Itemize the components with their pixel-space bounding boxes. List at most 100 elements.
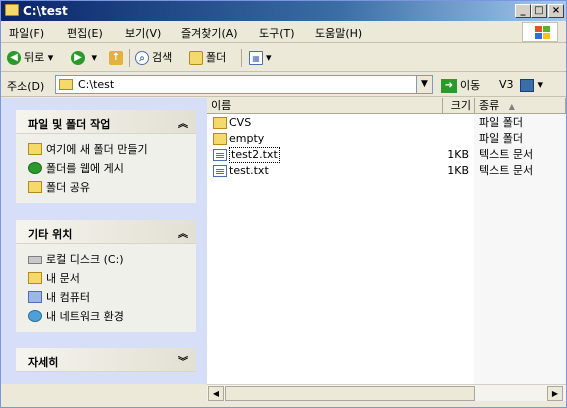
chevron-up-icon[interactable]: ︽ [178, 225, 188, 240]
scroll-left-button[interactable]: ◀ [208, 386, 224, 401]
file-type: 파일 폴더 [479, 132, 523, 145]
folder-icon [213, 133, 227, 145]
task-share-folder[interactable]: 폴더 공유 [26, 178, 196, 197]
share-folder-icon [28, 181, 42, 193]
toolbar-separator [241, 49, 242, 67]
v3-icon [520, 78, 535, 92]
place-label: 내 컴퓨터 [46, 291, 90, 304]
computer-icon [28, 291, 42, 303]
v3-toolbar-button[interactable]: V3 ▾ [499, 78, 543, 92]
status-bar [1, 401, 566, 407]
up-folder-button[interactable]: ↑ [109, 50, 126, 66]
menu-file[interactable]: 파일(F) [9, 25, 44, 41]
file-name: test2.txt [229, 147, 280, 163]
menu-edit[interactable]: 편집(E) [67, 25, 103, 41]
task-label: 폴더 공유 [46, 181, 90, 194]
title-bar[interactable]: C:\test _ □ × [1, 1, 566, 21]
windows-logo-icon [522, 22, 558, 42]
column-header-size[interactable]: 크기 [443, 98, 475, 114]
v3-label: V3 [499, 78, 514, 91]
address-bar: 주소(D) C:\test ▼ ➜ 이동 V3 ▾ [1, 73, 566, 97]
task-new-folder[interactable]: 여기에 새 폴더 만들기 [26, 140, 196, 159]
column-header-type[interactable]: 종류 ▲ [475, 98, 566, 114]
place-local-disk[interactable]: 로컬 디스크 (C:) [26, 250, 196, 269]
place-network[interactable]: 내 네트워크 환경 [26, 307, 196, 326]
new-folder-icon [28, 143, 42, 155]
column-label: 종류 [479, 99, 500, 112]
window-title: C:\test [23, 4, 68, 18]
search-icon: ⌕ [135, 51, 149, 65]
folder-icon [189, 51, 203, 65]
address-value: C:\test [78, 78, 115, 91]
text-file-icon [213, 165, 227, 177]
folder-icon [59, 79, 73, 90]
toolbar: ◀ 뒤로 ▾ ▶ ▾ ↑ ⌕ 검색 폴더 ▦ ▾ [1, 44, 566, 72]
place-my-computer[interactable]: 내 컴퓨터 [26, 288, 196, 307]
address-input[interactable]: C:\test ▼ [55, 75, 433, 94]
explorer-window: C:\test _ □ × 파일(F) 편집(E) 보기(V) 즐겨찾기(A) … [0, 0, 567, 408]
scroll-right-button[interactable]: ▶ [547, 386, 563, 401]
scroll-thumb[interactable] [225, 386, 475, 401]
back-arrow-icon: ◀ [7, 51, 21, 65]
panel-title: 자세히 [28, 356, 59, 369]
file-list: 이름 크기 종류 ▲ CVS 파일 폴더 empty 파일 폴더 test2.t… [207, 98, 566, 384]
search-button[interactable]: ⌕ 검색 [135, 50, 172, 66]
sort-ascending-icon: ▲ [508, 102, 515, 111]
file-name: test.txt [229, 164, 269, 177]
address-label: 주소(D) [7, 80, 45, 93]
minimize-button[interactable]: _ [515, 4, 531, 18]
address-dropdown-button[interactable]: ▼ [416, 76, 432, 93]
go-arrow-icon: ➜ [441, 79, 457, 93]
place-my-documents[interactable]: 내 문서 [26, 269, 196, 288]
panel-title: 파일 및 폴더 작업 [28, 118, 111, 131]
close-button[interactable]: × [548, 4, 564, 18]
file-size: 1KB [447, 164, 469, 177]
place-label: 내 문서 [46, 272, 80, 285]
menu-help[interactable]: 도움말(H) [315, 25, 362, 41]
chevron-down-icon[interactable]: ︾ [178, 353, 188, 368]
place-label: 로컬 디스크 (C:) [46, 253, 124, 266]
other-places-panel: 기타 위치 ︽ 로컬 디스크 (C:) 내 문서 내 컴퓨터 내 네트워크 환경 [16, 220, 196, 332]
file-row[interactable]: CVS 파일 폴더 [207, 115, 566, 131]
publish-web-icon [28, 162, 42, 174]
place-label: 내 네트워크 환경 [46, 310, 124, 323]
folders-button[interactable]: 폴더 [189, 50, 226, 66]
forward-arrow-icon: ▶ [71, 51, 85, 65]
go-button[interactable]: ➜ 이동 [441, 77, 480, 93]
details-header[interactable]: 자세히 ︾ [16, 348, 196, 372]
file-row[interactable]: test2.txt 1KB 텍스트 문서 [207, 147, 566, 163]
views-icon: ▦ [249, 51, 263, 65]
file-row[interactable]: test.txt 1KB 텍스트 문서 [207, 163, 566, 179]
chevron-up-icon[interactable]: ︽ [178, 115, 188, 130]
search-label: 검색 [152, 51, 173, 64]
text-file-icon [213, 149, 227, 161]
file-folder-tasks-header[interactable]: 파일 및 폴더 작업 ︽ [16, 110, 196, 134]
file-type: 텍스트 문서 [479, 148, 534, 161]
maximize-button[interactable]: □ [531, 4, 547, 18]
file-name: empty [229, 132, 265, 145]
other-places-header[interactable]: 기타 위치 ︽ [16, 220, 196, 244]
task-label: 폴더를 웹에 게시 [46, 162, 124, 175]
menu-view[interactable]: 보기(V) [125, 25, 161, 41]
column-header-name[interactable]: 이름 [207, 98, 443, 114]
forward-button[interactable]: ▶ ▾ [71, 50, 97, 66]
my-documents-icon [28, 272, 42, 284]
file-type: 텍스트 문서 [479, 164, 534, 177]
task-publish-web[interactable]: 폴더를 웹에 게시 [26, 159, 196, 178]
menu-favorites[interactable]: 즐겨찾기(A) [181, 25, 238, 41]
menu-tools[interactable]: 도구(T) [259, 25, 295, 41]
back-button[interactable]: ◀ 뒤로 ▾ [7, 50, 53, 66]
back-label: 뒤로 [24, 51, 45, 64]
horizontal-scrollbar[interactable]: ◀ ▶ [207, 384, 566, 401]
file-size: 1KB [447, 148, 469, 161]
file-name: CVS [229, 116, 252, 129]
go-label: 이동 [460, 79, 481, 92]
folders-label: 폴더 [206, 51, 227, 64]
folder-icon [213, 117, 227, 129]
file-type: 파일 폴더 [479, 116, 523, 129]
folder-icon [5, 4, 19, 16]
file-row[interactable]: empty 파일 폴더 [207, 131, 566, 147]
task-label: 여기에 새 폴더 만들기 [46, 143, 148, 156]
up-folder-icon: ↑ [109, 51, 123, 65]
views-button[interactable]: ▦ ▾ [249, 50, 272, 66]
